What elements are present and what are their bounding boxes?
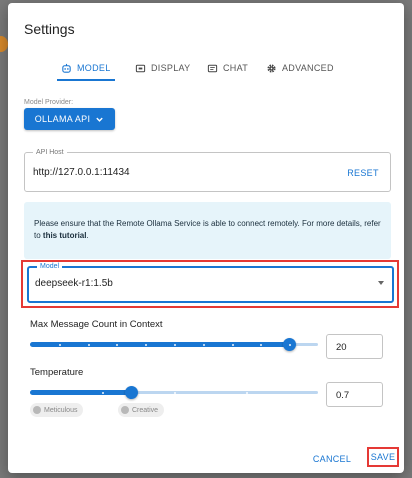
meticulous-icon (33, 406, 41, 414)
active-tab-indicator (57, 79, 115, 81)
model-legend: Model (37, 262, 63, 271)
temperature-slider[interactable] (30, 385, 318, 399)
api-host-legend: API Host (33, 148, 67, 157)
robot-icon (62, 63, 71, 73)
slider-thumb[interactable] (124, 386, 138, 399)
tab-chat[interactable]: CHAT (207, 55, 248, 81)
tab-model[interactable]: MODEL (57, 55, 115, 81)
context-count-slider[interactable] (30, 337, 318, 351)
slider-tick-mark (231, 344, 234, 346)
background-app-icon (0, 36, 8, 52)
api-host-input[interactable]: http://127.0.0.1:11434 (33, 167, 130, 178)
slider-tick-mark (102, 392, 104, 394)
settings-dialog: Settings MODEL DISPLAY CHAT ADVANCED Mod… (8, 3, 404, 473)
tab-model-label: MODEL (77, 63, 111, 73)
model-select[interactable]: Model deepseek-r1:1.5b (27, 262, 394, 303)
model-provider-label: Model Provider: (24, 99, 74, 106)
dropdown-arrow-icon (378, 281, 384, 285)
slider-track (30, 342, 290, 347)
save-button[interactable]: SAVE (367, 447, 399, 467)
slider-tick-mark (174, 344, 176, 346)
reset-button[interactable]: RESET (342, 162, 384, 184)
tab-advanced-label: ADVANCED (282, 63, 334, 73)
slider-tick-mark (87, 344, 90, 346)
tab-advanced[interactable]: ADVANCED (266, 55, 334, 81)
tab-chat-label: CHAT (223, 63, 249, 73)
meticulous-label: Meticulous (44, 406, 78, 414)
settings-tabs: MODEL DISPLAY CHAT ADVANCED (8, 55, 404, 81)
info-suffix: . (86, 231, 89, 240)
tutorial-link[interactable]: this tutorial (43, 231, 87, 240)
context-count-label: Max Message Count in Context (30, 319, 163, 330)
dialog-title: Settings (24, 21, 75, 37)
tab-display-label: DISPLAY (151, 63, 191, 73)
model-highlight-box: Model deepseek-r1:1.5b (21, 260, 399, 308)
gear-icon (267, 63, 276, 73)
model-provider-button[interactable]: OLLAMA API (24, 108, 115, 130)
slider-tick-mark (202, 344, 205, 346)
context-count-input[interactable]: 20 (326, 334, 383, 359)
creative-icon (121, 406, 129, 414)
tab-display[interactable]: DISPLAY (135, 55, 190, 81)
api-host-field[interactable]: API Host http://127.0.0.1:11434 RESET (24, 148, 391, 192)
slider-tick-mark (174, 392, 176, 394)
creative-label: Creative (132, 406, 159, 414)
cancel-button[interactable]: CANCEL (310, 449, 354, 469)
slider-tick-mark (116, 344, 119, 346)
creative-chip: Creative (118, 403, 165, 417)
slider-track (30, 390, 131, 395)
slider-tick-mark (289, 344, 292, 346)
meticulous-chip: Meticulous (30, 403, 84, 417)
temperature-label: Temperature (30, 367, 84, 378)
model-provider-value: OLLAMA API (34, 114, 91, 124)
slider-tick-mark (246, 392, 248, 394)
temperature-input[interactable]: 0.7 (326, 382, 383, 407)
model-value: deepseek-r1:1.5b (35, 278, 113, 289)
slider-tick-mark (260, 344, 263, 346)
slider-tick-mark (58, 344, 61, 346)
slider-tick-mark (145, 344, 148, 346)
monitor-icon (135, 64, 146, 72)
chevron-down-icon (96, 117, 103, 122)
info-alert: Please ensure that the Remote Ollama Ser… (24, 202, 391, 259)
chat-icon (207, 64, 218, 72)
